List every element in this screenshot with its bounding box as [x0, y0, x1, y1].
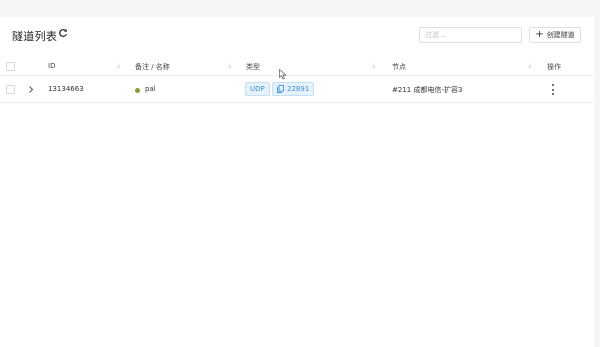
create-tunnel-button[interactable]: + 创建隧道 [529, 27, 581, 43]
protocol-label: UDP [250, 85, 265, 93]
table-row[interactable]: 13134663 pal UDP 22891 #211 成都电信-扩容3 [0, 76, 594, 103]
column-header-node[interactable]: 节点 [392, 62, 406, 72]
create-tunnel-label: 创建隧道 [546, 31, 575, 39]
plus-icon: + [535, 29, 544, 40]
filter-input[interactable] [419, 27, 522, 43]
copy-icon [277, 85, 284, 93]
port-label: 22891 [287, 85, 310, 93]
node-name: #211 成都电信-扩容3 [392, 86, 463, 94]
tunnel-list-card: 隧道列表 + 创建隧道 ID ↓ 备注 / 名称 ↓ 类型 ↓ 节点 ↓ 操作 … [0, 17, 594, 347]
select-all-checkbox[interactable] [6, 62, 15, 71]
protocol-tag: UDP [245, 82, 270, 96]
row-checkbox[interactable] [6, 85, 15, 94]
sort-icon[interactable]: ↓ [227, 63, 233, 70]
column-header-type[interactable]: 类型 [246, 62, 260, 72]
card-header: 隧道列表 + 创建隧道 [0, 17, 594, 51]
copy-port-tag[interactable]: 22891 [272, 82, 315, 96]
column-header-actions: 操作 [547, 63, 561, 71]
tunnel-id: 13134663 [48, 85, 84, 93]
table-header: ID ↓ 备注 / 名称 ↓ 类型 ↓ 节点 ↓ 操作 [0, 58, 594, 76]
page-title: 隧道列表 [12, 30, 58, 43]
tunnel-name: pal [145, 85, 156, 93]
sort-icon[interactable]: ↓ [116, 63, 122, 70]
sort-icon[interactable]: ↓ [371, 63, 377, 70]
more-actions-icon[interactable] [550, 84, 556, 95]
sort-icon[interactable]: ↓ [527, 63, 533, 70]
mouse-cursor-icon [279, 69, 287, 80]
column-header-id[interactable]: ID [48, 62, 55, 70]
status-dot [135, 88, 140, 93]
chevron-right-icon[interactable] [27, 85, 35, 94]
column-header-name[interactable]: 备注 / 名称 [135, 62, 170, 72]
refresh-icon[interactable] [58, 28, 68, 38]
